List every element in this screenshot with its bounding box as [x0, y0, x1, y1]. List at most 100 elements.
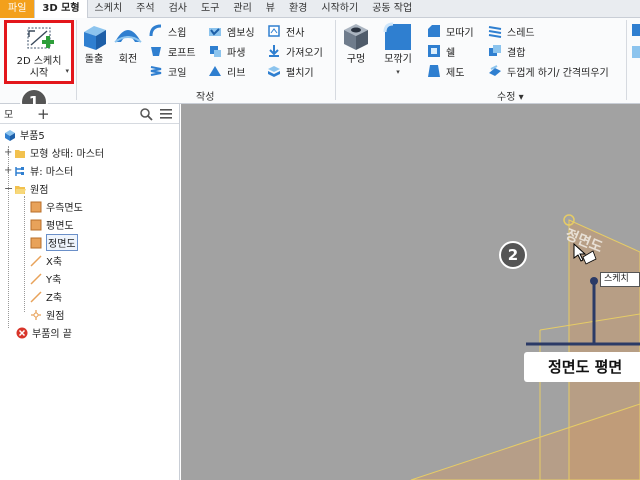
start-2d-sketch-label-2: 시작	[29, 68, 49, 79]
axis-icon	[30, 272, 42, 285]
tab-3d-model[interactable]: 3D 모형	[34, 0, 88, 18]
revolve-label: 회전	[118, 54, 138, 65]
browser-header: 모 +	[0, 104, 179, 124]
tab-sketch[interactable]: 스케치	[88, 0, 130, 18]
ribbon: 2D 스케치 시작 ▾ 스 돌출 회전 스윕 로프트 코일 엠보싱	[0, 18, 640, 104]
tab-manage[interactable]: 관리	[226, 0, 258, 18]
tree-item-origin[interactable]: − 원점	[4, 180, 48, 197]
tree-label: 우측면도	[46, 203, 83, 214]
extrude-label: 돌출	[84, 54, 104, 65]
add-icon[interactable]: +	[37, 105, 50, 123]
tree-item-end-of-part[interactable]: 부품의 끝	[16, 324, 72, 341]
panel-divider	[76, 20, 77, 100]
loft-icon	[151, 47, 161, 56]
front-plane-callout: 정면도 평면	[524, 352, 640, 382]
tab-file[interactable]: 파일	[0, 0, 35, 18]
thicken-icon	[489, 65, 501, 76]
tree-item-z-axis[interactable]: Z축	[30, 288, 62, 305]
graphics-viewport[interactable]: 정면도 스케치 정면도 평면 2	[181, 104, 640, 480]
tab-inspect[interactable]: 검사	[162, 0, 194, 18]
hole-button[interactable]: 구멍	[338, 22, 374, 72]
tree-label: 부품의 끝	[32, 329, 72, 340]
unwrap-label: 펼치기	[286, 67, 314, 79]
tree-item-top-plane[interactable]: 평면도	[30, 216, 74, 233]
revolve-button[interactable]: 회전	[112, 22, 144, 72]
tab-collaborate[interactable]: 공동 작업	[365, 0, 419, 18]
tab-annotate[interactable]: 주석	[129, 0, 161, 18]
fillet-button[interactable]: 모깎기 ▾	[378, 22, 418, 82]
tree-item-part[interactable]: 부품5	[4, 126, 45, 143]
thread-label: 스레드	[507, 27, 535, 39]
loft-button[interactable]: 로프트	[149, 42, 196, 60]
partial-tool-icon[interactable]	[632, 24, 640, 64]
sketch-icon	[27, 27, 54, 49]
plane-icon	[30, 237, 42, 248]
menu-icon[interactable]	[159, 108, 173, 120]
tree-label: 원점	[46, 311, 65, 322]
decal-icon	[268, 25, 280, 37]
import-button[interactable]: 가져오기	[267, 42, 323, 60]
sweep-label: 스윕	[168, 27, 187, 39]
sketch-tooltip: 스케치	[600, 272, 640, 287]
expand-icon[interactable]: +	[4, 165, 14, 176]
view-icon	[15, 166, 24, 176]
thread-button[interactable]: 스레드	[488, 22, 535, 40]
import-label: 가져오기	[286, 47, 323, 59]
fillet-icon	[383, 22, 411, 50]
coil-button[interactable]: 코일	[149, 62, 186, 80]
loft-label: 로프트	[168, 47, 196, 59]
unwrap-icon	[268, 66, 280, 77]
dropdown-arrow-icon[interactable]: ▾	[378, 66, 418, 78]
decal-label: 전사	[286, 27, 305, 39]
panel-divider	[335, 20, 336, 100]
derive-label: 파생	[227, 47, 246, 59]
dropdown-arrow-icon[interactable]: ▾	[65, 65, 69, 77]
tree-item-center-point[interactable]: 원점	[30, 306, 64, 323]
sweep-button[interactable]: 스윕	[149, 22, 186, 40]
tree-label: 부품5	[20, 131, 45, 142]
derive-button[interactable]: 파생	[208, 42, 245, 60]
scene-graphics	[410, 214, 640, 480]
start-2d-sketch-button[interactable]: 2D 스케치 시작 ▾	[4, 20, 74, 84]
draft-label: 제도	[446, 67, 465, 79]
emboss-button[interactable]: 엠보싱	[208, 22, 255, 40]
point-icon	[31, 309, 41, 320]
top-plane	[410, 403, 640, 480]
thread-icon	[488, 26, 502, 38]
tree-item-model-state[interactable]: + 모형 상태: 마스터	[4, 144, 104, 161]
tab-environments[interactable]: 환경	[282, 0, 314, 18]
extrude-icon	[84, 26, 106, 50]
coil-label: 코일	[168, 67, 187, 79]
search-icon[interactable]	[139, 107, 153, 121]
callout-anchor	[590, 277, 598, 285]
tab-get-started[interactable]: 시작하기	[314, 0, 365, 18]
rib-button[interactable]: 리브	[208, 62, 245, 80]
tab-view[interactable]: 뷰	[259, 0, 282, 18]
tree-item-x-axis[interactable]: X축	[30, 252, 62, 269]
import-icon	[269, 45, 279, 57]
unwrap-button[interactable]: 펼치기	[267, 62, 314, 80]
emboss-label: 엠보싱	[227, 27, 255, 39]
axis-icon	[30, 254, 42, 267]
draft-button[interactable]: 제도	[427, 62, 464, 80]
tab-tools[interactable]: 도구	[194, 0, 226, 18]
combine-icon	[489, 45, 501, 56]
tree-label: 뷰: 마스터	[30, 167, 74, 178]
collapse-icon[interactable]: −	[4, 182, 14, 195]
tree-item-view[interactable]: + 뷰: 마스터	[4, 162, 73, 179]
thicken-offset-button[interactable]: 두껍게 하기/ 간격띄우기	[488, 62, 609, 80]
expand-icon[interactable]: +	[4, 147, 14, 158]
chamfer-button[interactable]: 모따기	[427, 22, 474, 40]
shell-label: 쉘	[446, 47, 456, 59]
step-badge-2: 2	[499, 241, 527, 269]
combine-label: 결합	[507, 47, 526, 59]
shell-button[interactable]: 쉘	[427, 42, 455, 60]
tree-label: 모형 상태: 마스터	[30, 149, 105, 160]
decal-button[interactable]: 전사	[267, 22, 304, 40]
panel-label-create: 작성	[196, 92, 215, 103]
extrude-button[interactable]: 돌출	[78, 22, 110, 72]
tree-item-y-axis[interactable]: Y축	[30, 270, 61, 287]
combine-button[interactable]: 결합	[488, 42, 525, 60]
tree-item-front-plane[interactable]: 정면도	[30, 234, 78, 251]
tree-item-right-plane[interactable]: 우측면도	[30, 198, 83, 215]
